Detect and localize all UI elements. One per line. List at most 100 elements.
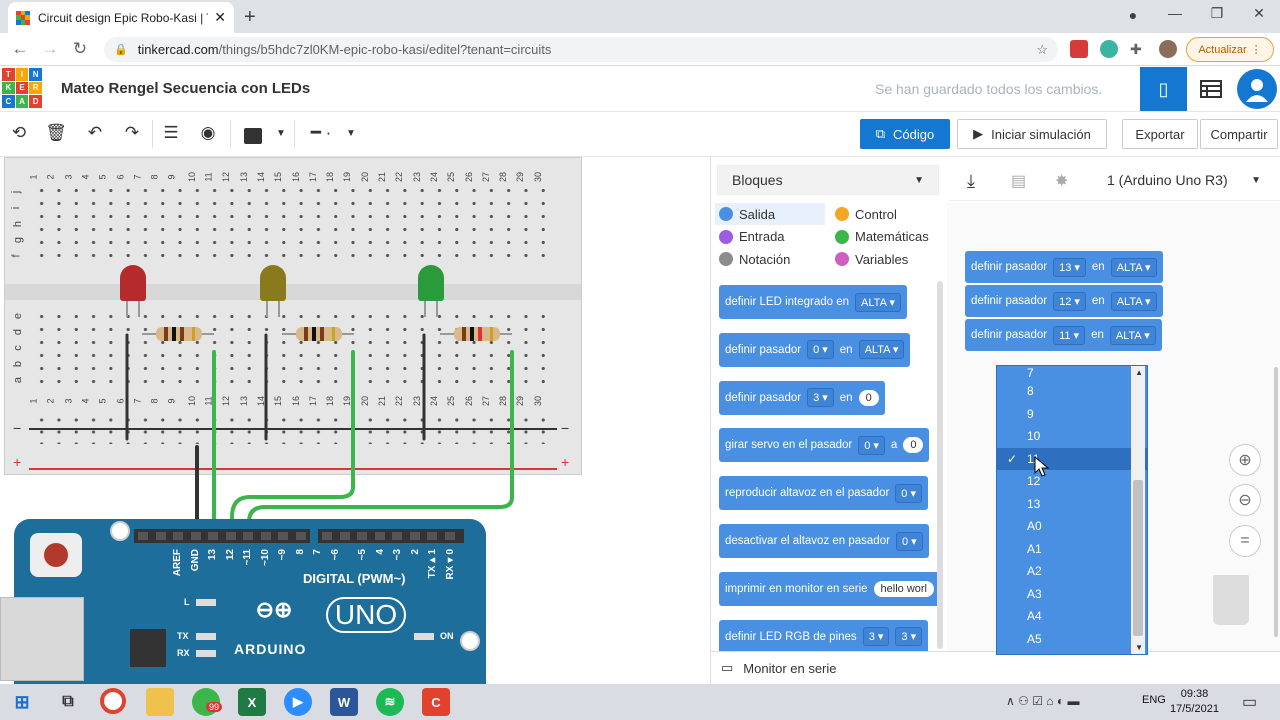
forward-icon[interactable]: → xyxy=(38,39,62,59)
zoom-reset-icon[interactable]: = xyxy=(1229,525,1261,557)
category-variables[interactable]: Variables xyxy=(831,248,941,270)
chevron-down-icon[interactable]: ▼ xyxy=(338,128,364,139)
pin-dropdown[interactable]: 11 ▾ xyxy=(1053,325,1086,345)
undo-icon[interactable]: ↶ xyxy=(82,123,108,143)
pin-option[interactable]: 10 xyxy=(997,425,1147,448)
workspace-block[interactable]: definir pasador 11 ▾ en ALTA ▾ xyxy=(965,319,1162,351)
excel-icon[interactable]: X xyxy=(238,688,266,716)
block-dropdown[interactable]: 0 ▾ xyxy=(895,531,923,551)
profile-avatar[interactable] xyxy=(1159,40,1177,58)
palette-scrollbar[interactable] xyxy=(937,281,943,649)
system-tray-icons[interactable]: ∧ ⚇ ☑ ⌂ ◐ ▬ xyxy=(1006,694,1079,708)
scroll-down-icon[interactable]: ▼ xyxy=(1135,643,1143,652)
workspace-scrollbar[interactable] xyxy=(1274,367,1278,637)
new-tab-icon[interactable]: + xyxy=(244,6,256,29)
pin-option[interactable]: 12 xyxy=(997,470,1147,493)
palette-block[interactable]: reproducir altavoz en el pasador 0 ▾ xyxy=(719,476,928,511)
state-dropdown[interactable]: ALTA ▾ xyxy=(1110,257,1157,277)
pin-option[interactable]: A1 xyxy=(997,538,1147,561)
palette-block[interactable]: imprimir en monitor en serie hello worl xyxy=(719,571,940,606)
block-dropdown[interactable]: ALTA ▾ xyxy=(858,340,905,360)
reload-icon[interactable]: ↻ xyxy=(68,39,92,59)
project-title[interactable]: Mateo Rengel Secuencia con LEDs xyxy=(61,80,310,97)
debug-icon[interactable]: ✸ xyxy=(1055,171,1068,191)
reset-button[interactable] xyxy=(30,533,82,577)
pin-option[interactable]: A4 xyxy=(997,605,1147,628)
update-button[interactable]: Actualizar ⋮ xyxy=(1186,37,1274,62)
category-entrada[interactable]: Entrada xyxy=(715,226,825,248)
spotify-icon[interactable]: ≋ xyxy=(376,688,404,716)
circuit-canvas[interactable]: ⛶ − − + + 123456789101112131415161718192… xyxy=(0,157,710,684)
notes-icon[interactable]: ☰ xyxy=(158,123,184,143)
palette-block[interactable]: definir pasador 3 ▾ en 0 xyxy=(719,380,885,415)
file-explorer-icon[interactable] xyxy=(146,688,174,716)
visibility-icon[interactable]: ◉ xyxy=(195,123,221,143)
browser-tab[interactable]: Circuit design Epic Robo-Kasi | Ti ✕ xyxy=(8,2,234,33)
palette-block[interactable]: girar servo en el pasador 0 ▾ a 0 xyxy=(719,428,930,463)
pin-option[interactable]: ✓ 11 xyxy=(997,447,1147,470)
task-view-icon[interactable]: ⧉ xyxy=(54,688,82,716)
extension-icon[interactable] xyxy=(1070,40,1088,58)
workspace-block[interactable]: definir pasador 12 ▾ en ALTA ▾ xyxy=(965,285,1163,317)
block-dropdown[interactable]: ALTA ▾ xyxy=(855,292,901,312)
profile-menu-icon[interactable]: ● xyxy=(1118,7,1148,23)
block-value-input[interactable]: hello worl xyxy=(873,580,934,597)
components-list-button[interactable] xyxy=(1187,67,1234,111)
upload-icon[interactable]: ▤ xyxy=(1011,171,1026,191)
color-swatch-icon[interactable] xyxy=(244,128,262,144)
pin-option[interactable]: A5 xyxy=(997,628,1147,651)
scroll-up-icon[interactable]: ▲ xyxy=(1135,368,1143,377)
code-button[interactable]: ⧉ Código xyxy=(860,119,950,149)
block-dropdown[interactable]: 0 ▾ xyxy=(895,483,922,503)
pin-option[interactable]: 9 xyxy=(997,403,1147,426)
state-dropdown[interactable]: ALTA ▾ xyxy=(1109,325,1156,345)
zoom-in-icon[interactable]: ⊕ xyxy=(1229,444,1261,476)
pin-option[interactable]: A3 xyxy=(997,583,1147,606)
language-indicator[interactable]: ENG xyxy=(1142,694,1166,706)
rotate-icon[interactable]: ⟲ xyxy=(6,123,32,143)
user-avatar[interactable] xyxy=(1237,69,1277,109)
zoom-app-icon[interactable]: ▶ xyxy=(284,688,312,716)
minimize-icon[interactable]: — xyxy=(1160,5,1190,21)
start-simulation-button[interactable]: ▶ Iniciar simulación xyxy=(957,119,1107,149)
category-salida[interactable]: Salida xyxy=(715,203,825,225)
pin-option[interactable]: 8 xyxy=(997,380,1147,403)
maximize-icon[interactable]: ❐ xyxy=(1202,5,1232,22)
block-palette[interactable]: definir LED integrado en ALTA ▾ definir pa… xyxy=(717,281,943,651)
palette-block[interactable]: definir LED RGB de pines 3 ▾ 3 ▾ xyxy=(719,619,929,651)
circuit-view-button[interactable]: ▯ xyxy=(1140,67,1187,111)
workspace-block[interactable]: definir pasador 13 ▾ en ALTA ▾ xyxy=(965,251,1163,283)
chevron-down-icon[interactable]: ▼ xyxy=(268,128,294,139)
zoom-out-icon[interactable]: ⊖ xyxy=(1229,484,1261,516)
tinkercad-logo[interactable]: TIN KER CAD xyxy=(2,68,42,108)
pin-dropdown[interactable]: 12 ▾ xyxy=(1053,291,1086,311)
code-mode-select[interactable]: Bloques ▼ xyxy=(717,165,939,195)
palette-block[interactable]: definir LED integrado en ALTA ▾ xyxy=(719,285,907,319)
device-select[interactable]: 1 (Arduino Uno R3) ▼ xyxy=(1099,165,1269,195)
word-icon[interactable]: W xyxy=(330,688,358,716)
pin-dropdown-menu[interactable]: 7 8 9 10 ✓ 11 12 13 A0 A1 A2 A3 A4 A5 ▲ ▼ xyxy=(996,365,1148,655)
pin-option[interactable]: A0 xyxy=(997,515,1147,538)
pin-option[interactable]: 13 xyxy=(997,493,1147,516)
block-value-input[interactable]: 0 xyxy=(903,437,924,454)
back-icon[interactable]: ← xyxy=(8,39,32,59)
puzzle-icon[interactable]: ✚ xyxy=(1130,41,1148,59)
redo-icon[interactable]: ↷ xyxy=(119,123,145,143)
dropdown-scroll-thumb[interactable] xyxy=(1133,480,1143,636)
download-icon[interactable]: ⤓ xyxy=(967,171,975,192)
category-control[interactable]: Control xyxy=(831,203,941,225)
close-window-icon[interactable]: ✕ xyxy=(1244,5,1274,22)
palette-block[interactable]: definir pasador 0 ▾ en ALTA ▾ xyxy=(719,332,911,367)
close-tab-icon[interactable]: ✕ xyxy=(214,9,226,26)
trash-icon[interactable] xyxy=(1213,575,1249,625)
share-button[interactable]: Compartir xyxy=(1200,119,1278,149)
notifications-icon[interactable]: ▭ xyxy=(1242,692,1257,712)
block-dropdown[interactable]: 3 ▾ xyxy=(862,627,890,647)
block-dropdown[interactable]: 0 ▾ xyxy=(807,340,834,360)
block-dropdown[interactable]: 0 ▾ xyxy=(858,435,885,455)
windows-start-icon[interactable]: ⊞ xyxy=(8,688,36,716)
delete-icon[interactable]: 🗑 xyxy=(43,123,69,143)
category-matemáticas[interactable]: Matemáticas xyxy=(831,226,941,248)
wire-style-icon[interactable]: ━ · xyxy=(308,123,334,143)
block-dropdown[interactable]: 3 ▾ xyxy=(807,388,834,408)
